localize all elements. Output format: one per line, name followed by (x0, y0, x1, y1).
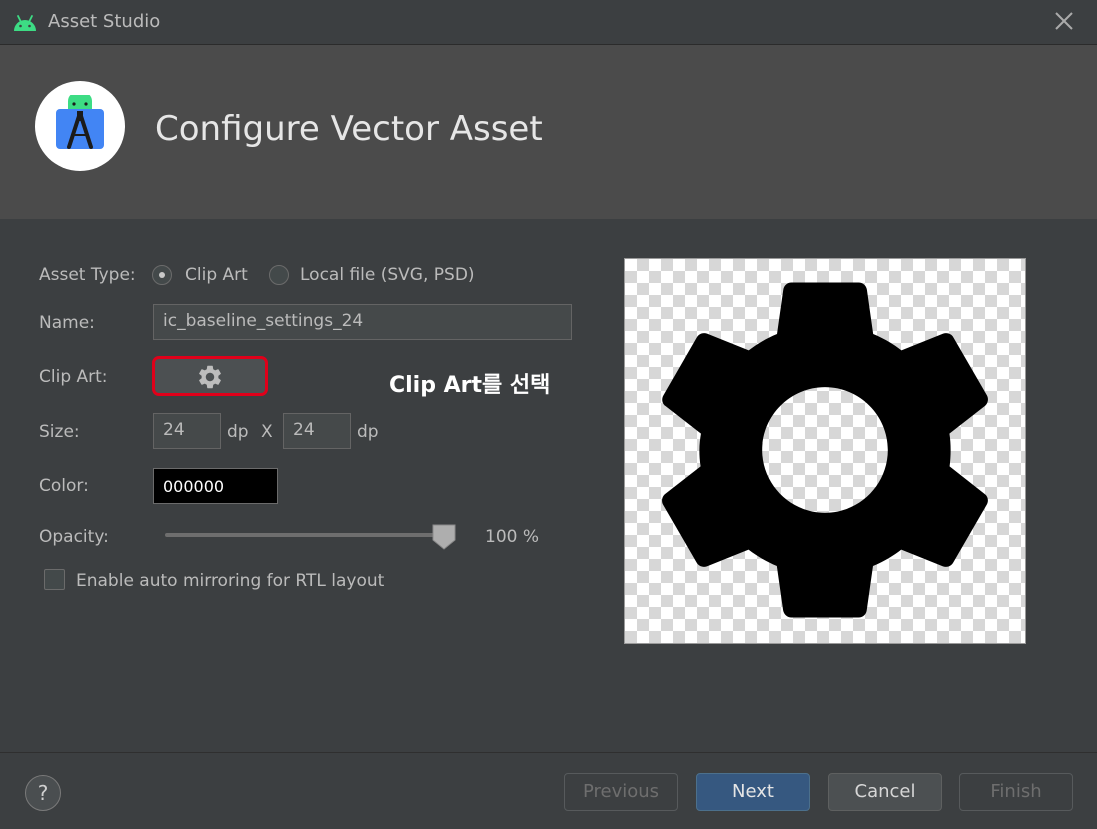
height-input[interactable]: 24 (283, 413, 351, 449)
clip-art-radio[interactable] (152, 265, 172, 285)
cancel-button[interactable]: Cancel (828, 773, 942, 811)
annotation-text: Clip Art를 선택 (389, 373, 551, 398)
previous-button[interactable]: Previous (564, 773, 678, 811)
window-title: Asset Studio (48, 11, 161, 32)
clip-art-label: Clip Art: (39, 367, 108, 387)
gear-icon (199, 365, 221, 389)
icon-preview (624, 258, 1026, 644)
name-label: Name: (39, 313, 95, 333)
auto-mirroring-checkbox[interactable] (44, 569, 65, 590)
asset-type-label: Asset Type: (39, 265, 136, 285)
clip-art-button[interactable] (152, 356, 268, 396)
name-input[interactable]: ic_baseline_settings_24 (153, 304, 572, 340)
opacity-slider-thumb[interactable] (432, 524, 456, 550)
size-separator: X (261, 422, 273, 442)
auto-mirroring-label[interactable]: Enable auto mirroring for RTL layout (76, 571, 384, 591)
close-icon[interactable] (1051, 8, 1077, 34)
clip-art-radio-label[interactable]: Clip Art (185, 265, 248, 285)
gear-icon (662, 282, 988, 618)
width-unit: dp (227, 422, 249, 442)
finish-button[interactable]: Finish (959, 773, 1073, 811)
asset-studio-dialog: Asset Studio Configure Vector Asset Asse… (0, 0, 1097, 829)
page-title: Configure Vector Asset (155, 109, 543, 149)
android-studio-icon (56, 95, 104, 149)
size-label: Size: (39, 422, 80, 442)
help-button[interactable]: ? (25, 775, 61, 811)
android-studio-logo (35, 81, 125, 171)
opacity-slider[interactable] (165, 533, 450, 537)
title-bar: Asset Studio (0, 0, 1097, 45)
color-label: Color: (39, 476, 89, 496)
header-banner: Configure Vector Asset (0, 45, 1097, 219)
height-unit: dp (357, 422, 379, 442)
local-file-radio[interactable] (269, 265, 289, 285)
width-input[interactable]: 24 (153, 413, 221, 449)
local-file-radio-label[interactable]: Local file (SVG, PSD) (300, 265, 475, 285)
color-swatch-input[interactable]: 000000 (153, 468, 278, 504)
android-icon (14, 15, 36, 31)
footer-divider (0, 752, 1097, 753)
next-button[interactable]: Next (696, 773, 810, 811)
opacity-value: 100 % (485, 527, 540, 547)
opacity-label: Opacity: (39, 527, 109, 547)
